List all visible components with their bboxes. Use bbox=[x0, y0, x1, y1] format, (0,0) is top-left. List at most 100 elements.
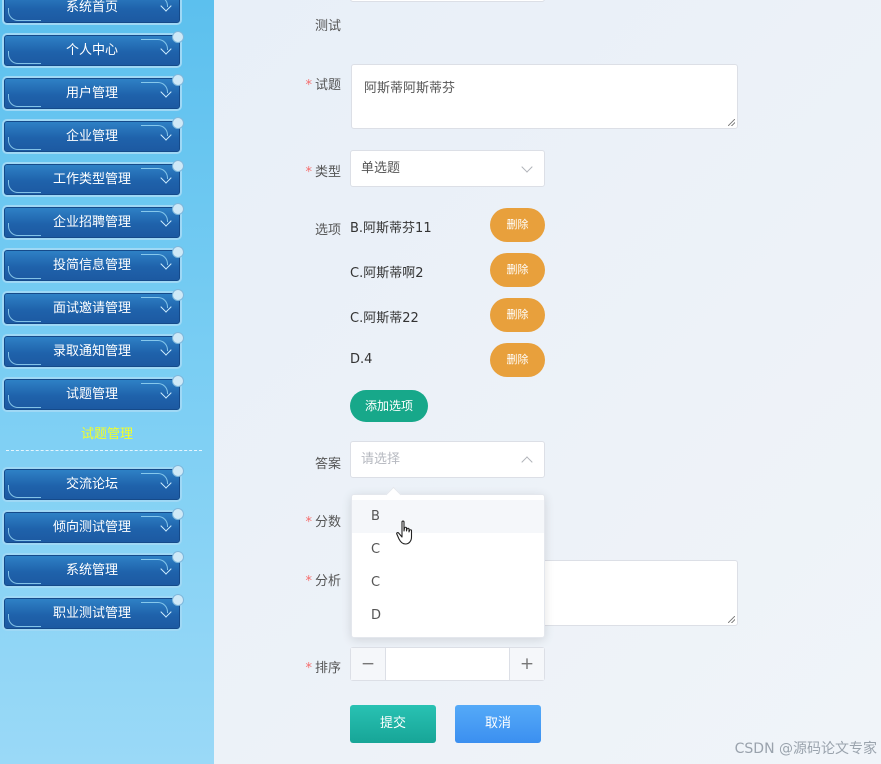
ornament-icon bbox=[8, 94, 41, 107]
submit-button[interactable]: 提交 bbox=[350, 705, 436, 743]
sidebar-item-label: 个人中心 bbox=[65, 43, 118, 58]
delete-option-button[interactable]: 删除 bbox=[490, 343, 545, 377]
sidebar-item-recruitment-management[interactable]: 企业招聘管理 bbox=[2, 203, 184, 240]
knob-icon bbox=[172, 332, 184, 344]
required-star: * bbox=[305, 515, 312, 530]
required-star: * bbox=[305, 661, 312, 676]
field-label-type: * 类型 bbox=[214, 161, 341, 180]
ornament-icon bbox=[8, 485, 41, 498]
watermark: CSDN @源码论文专家 bbox=[734, 741, 877, 757]
type-select-value: 单选题 bbox=[361, 161, 401, 176]
field-label-answer: 答案 bbox=[314, 457, 341, 472]
sidebar-item-interview-invitation[interactable]: 面试邀请管理 bbox=[2, 289, 184, 326]
option-item-text: C.阿斯蒂啊2 bbox=[350, 266, 424, 281]
increment-button[interactable]: + bbox=[509, 648, 544, 680]
sidebar-item-label: 试题管理 bbox=[65, 387, 118, 402]
knob-icon bbox=[172, 117, 184, 129]
submenu-divider bbox=[6, 450, 202, 451]
knob-icon bbox=[172, 160, 184, 172]
ornament-icon bbox=[8, 352, 41, 365]
ornament-icon bbox=[8, 137, 41, 150]
sidebar: 系统首页 个人中心 用户管理 企业管理 工作类型管理 企业招聘管理 投简信息管理… bbox=[0, 0, 214, 764]
answer-placeholder: 请选择 bbox=[361, 452, 401, 467]
option-item-text: B.阿斯蒂芬11 bbox=[350, 221, 432, 236]
field-label-question: * 试题 bbox=[214, 74, 341, 93]
sort-input[interactable] bbox=[386, 648, 509, 680]
delete-option-button[interactable]: 删除 bbox=[490, 208, 545, 242]
cancel-button[interactable]: 取消 bbox=[455, 705, 541, 743]
knob-icon bbox=[172, 31, 184, 43]
top-input[interactable] bbox=[350, 0, 545, 2]
chevron-down-icon bbox=[521, 161, 533, 173]
decrement-button[interactable]: − bbox=[351, 648, 386, 680]
submenu-item-question-management[interactable]: 试题管理 bbox=[0, 423, 214, 442]
sidebar-item-label: 交流论坛 bbox=[65, 477, 118, 492]
required-star: * bbox=[305, 574, 312, 589]
sidebar-item-label: 工作类型管理 bbox=[52, 172, 131, 187]
chevron-up-icon bbox=[521, 456, 533, 468]
dropdown-option[interactable]: C bbox=[352, 533, 544, 566]
ornament-icon bbox=[8, 223, 41, 236]
label-text: 分析 bbox=[314, 574, 341, 589]
knob-icon bbox=[172, 594, 184, 606]
knob-icon bbox=[172, 74, 184, 86]
option-item-text: D.4 bbox=[350, 352, 373, 367]
knob-icon bbox=[172, 508, 184, 520]
type-select[interactable]: 单选题 bbox=[350, 150, 545, 187]
sidebar-item-job-type-management[interactable]: 工作类型管理 bbox=[2, 160, 184, 197]
hand-pointer-icon bbox=[396, 520, 413, 545]
dropdown-option[interactable]: D bbox=[352, 599, 544, 632]
ornament-icon bbox=[8, 266, 41, 279]
sidebar-item-label: 倾向测试管理 bbox=[52, 520, 131, 535]
sidebar-item-label: 企业招聘管理 bbox=[52, 215, 131, 230]
sidebar-item-tendency-test[interactable]: 倾向测试管理 bbox=[2, 508, 184, 545]
sidebar-item-enterprise-management[interactable]: 企业管理 bbox=[2, 117, 184, 154]
question-textarea[interactable]: 阿斯蒂阿斯蒂芬 bbox=[351, 64, 738, 129]
ornament-icon bbox=[8, 395, 41, 408]
required-star: * bbox=[305, 78, 312, 93]
question-value: 阿斯蒂阿斯蒂芬 bbox=[364, 81, 456, 96]
field-label-sort: * 排序 bbox=[214, 657, 341, 676]
knob-icon bbox=[172, 289, 184, 301]
sort-stepper: − + bbox=[350, 647, 545, 681]
sidebar-item-label: 面试邀请管理 bbox=[52, 301, 131, 316]
label-text: 类型 bbox=[314, 165, 341, 180]
sidebar-item-forum[interactable]: 交流论坛 bbox=[2, 465, 184, 502]
sidebar-item-label: 系统管理 bbox=[65, 563, 118, 578]
sidebar-item-system-management[interactable]: 系统管理 bbox=[2, 551, 184, 588]
sidebar-item-label: 企业管理 bbox=[65, 129, 118, 144]
ornament-icon bbox=[8, 571, 41, 584]
sidebar-item-label: 投简信息管理 bbox=[52, 258, 131, 273]
resize-handle-icon[interactable] bbox=[728, 616, 735, 623]
sidebar-item-label: 用户管理 bbox=[65, 86, 118, 101]
sidebar-item-question-management[interactable]: 试题管理 bbox=[2, 375, 184, 412]
sidebar-item-career-test[interactable]: 职业测试管理 bbox=[2, 594, 184, 631]
sidebar-item-admission-notice[interactable]: 录取通知管理 bbox=[2, 332, 184, 369]
ornament-icon bbox=[8, 614, 41, 627]
sidebar-item-user-management[interactable]: 用户管理 bbox=[2, 74, 184, 111]
dropdown-option[interactable]: C bbox=[352, 566, 544, 599]
knob-icon bbox=[172, 203, 184, 215]
sidebar-item-label: 系统首页 bbox=[65, 0, 118, 15]
knob-icon bbox=[172, 465, 184, 477]
dropdown-option[interactable]: B bbox=[352, 500, 544, 533]
sidebar-item-home[interactable]: 系统首页 bbox=[2, 0, 182, 25]
answer-select[interactable]: 请选择 bbox=[350, 441, 545, 478]
knob-icon bbox=[172, 375, 184, 387]
delete-option-button[interactable]: 删除 bbox=[490, 253, 545, 287]
field-label-score: * 分数 bbox=[214, 511, 341, 530]
sidebar-item-personal-center[interactable]: 个人中心 bbox=[2, 31, 184, 68]
add-option-button[interactable]: 添加选项 bbox=[350, 390, 428, 422]
sidebar-item-resume-management[interactable]: 投简信息管理 bbox=[2, 246, 184, 283]
label-text: 分数 bbox=[314, 515, 341, 530]
ornament-icon bbox=[8, 528, 41, 541]
knob-icon bbox=[172, 551, 184, 563]
resize-handle-icon[interactable] bbox=[728, 119, 735, 126]
ornament-icon bbox=[8, 309, 41, 322]
field-label-test: 测试 bbox=[314, 19, 341, 34]
delete-option-button[interactable]: 删除 bbox=[490, 298, 545, 332]
sidebar-item-label: 职业测试管理 bbox=[52, 606, 131, 621]
required-star: * bbox=[305, 165, 312, 180]
sidebar-item-label: 录取通知管理 bbox=[52, 344, 131, 359]
ornament-icon bbox=[8, 180, 41, 193]
